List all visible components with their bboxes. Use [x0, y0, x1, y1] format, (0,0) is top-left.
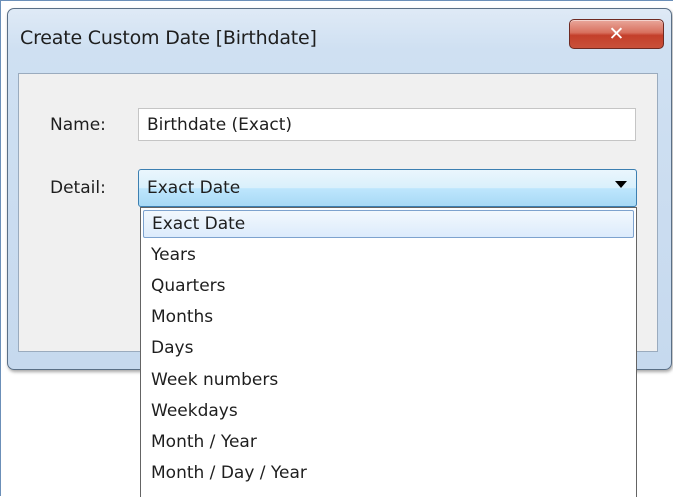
detail-select-value: Exact Date — [147, 178, 241, 198]
frame-top-edge — [0, 0, 673, 1]
detail-label: Detail: — [50, 178, 106, 198]
option-years[interactable]: Years — [143, 241, 634, 269]
option-week-numbers[interactable]: Week numbers — [143, 366, 634, 394]
detail-select[interactable]: Exact Date — [138, 169, 637, 207]
option-months[interactable]: Months — [143, 303, 634, 331]
frame-left-edge — [0, 0, 1, 496]
close-icon: ✕ — [608, 22, 625, 45]
option-exact-date[interactable]: Exact Date — [143, 210, 634, 238]
option-weekdays[interactable]: Weekdays — [143, 397, 634, 425]
close-button[interactable]: ✕ — [569, 19, 664, 49]
chevron-down-icon[interactable] — [615, 181, 627, 188]
option-quarters[interactable]: Quarters — [143, 272, 634, 300]
option-month-year[interactable]: Month / Year — [143, 428, 634, 456]
option-month-day-year[interactable]: Month / Day / Year — [143, 459, 634, 487]
name-label: Name: — [50, 115, 106, 135]
dialog-title: Create Custom Date [Birthdate] — [20, 27, 317, 49]
name-input[interactable]: Birthdate (Exact) — [138, 108, 636, 141]
detail-dropdown-list: Exact Date Years Quarters Months Days We… — [140, 207, 637, 497]
option-days[interactable]: Days — [143, 334, 634, 362]
